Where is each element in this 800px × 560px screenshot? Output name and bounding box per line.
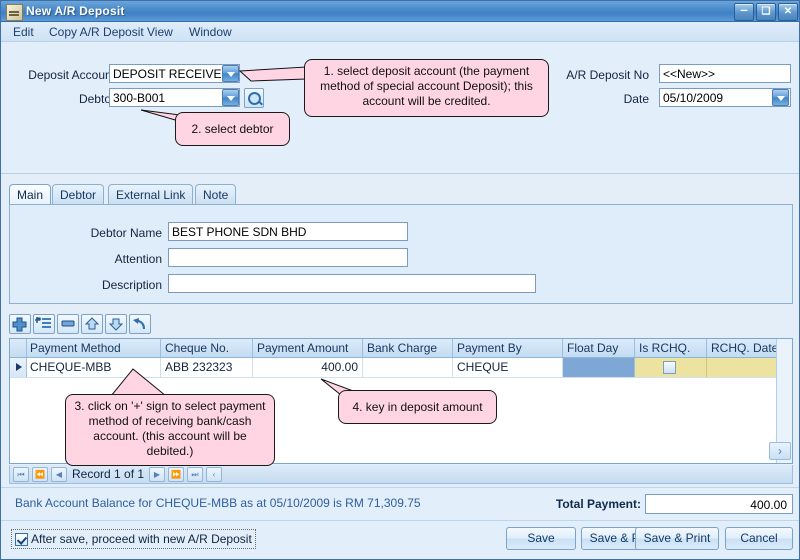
callout-1: 1. select deposit account (the payment m… xyxy=(304,59,549,117)
undo-button[interactable] xyxy=(129,314,151,334)
cell-float-day[interactable] xyxy=(563,358,635,377)
deposit-account-label: Deposit Account xyxy=(28,68,115,82)
column-header-float-day[interactable]: Float Day xyxy=(563,339,635,357)
debtor-dropdown-icon[interactable] xyxy=(222,89,239,106)
nav-prev-button[interactable]: ◀ xyxy=(51,467,67,482)
maximize-button[interactable]: ❑ xyxy=(756,3,776,21)
move-up-button[interactable] xyxy=(81,314,103,334)
menu-item-view[interactable]: View xyxy=(143,25,177,39)
debtor-name-label: Debtor Name xyxy=(90,226,162,240)
attention-label: Attention xyxy=(114,252,162,266)
save-button[interactable]: Save xyxy=(506,527,576,550)
menu-item-copy-ar-deposit[interactable]: Copy A/R Deposit xyxy=(45,25,148,39)
date-picker-icon[interactable] xyxy=(772,89,789,106)
ar-deposit-no-input[interactable]: <<New>> xyxy=(659,64,791,83)
arrow-down-icon xyxy=(108,318,124,331)
tab-main[interactable]: Main xyxy=(9,184,52,205)
cell-rchq-date[interactable] xyxy=(707,358,778,377)
cell-bank-charge[interactable] xyxy=(363,358,453,377)
deposit-account-input[interactable]: DEPOSIT RECEIVE CH xyxy=(109,64,240,83)
callout-3: 3. click on '+' sign to select payment m… xyxy=(65,394,275,466)
row-selector[interactable] xyxy=(10,358,27,377)
debtor-input[interactable]: 300-B001 xyxy=(109,88,240,107)
column-header-bank-charge[interactable]: Bank Charge xyxy=(363,339,453,357)
is-rchq-checkbox[interactable] xyxy=(663,361,676,374)
delete-row-button[interactable] xyxy=(57,314,79,334)
callout-2: 2. select debtor xyxy=(175,112,290,146)
tab-panel-main: Debtor Name BEST PHONE SDN BHD Attention… xyxy=(9,204,793,304)
column-header-payment-by[interactable]: Payment By xyxy=(453,339,563,357)
after-save-label: After save, proceed with new A/R Deposit xyxy=(31,532,252,546)
column-header-payment-method[interactable]: Payment Method xyxy=(26,339,161,357)
footer-bar: After save, proceed with new A/R Deposit… xyxy=(1,521,799,559)
close-icon: ✕ xyxy=(783,6,793,17)
nav-next-button[interactable]: ▶ xyxy=(149,467,165,482)
grid-corner-cell xyxy=(10,339,27,357)
cell-payment-method[interactable]: CHEQUE-MBB xyxy=(26,358,161,377)
column-header-payment-amount[interactable]: Payment Amount xyxy=(253,339,363,357)
deposit-account-dropdown-icon[interactable] xyxy=(222,65,239,82)
nav-extra-button[interactable]: ‹ xyxy=(206,467,222,482)
record-count-label: Record 1 of 1 xyxy=(72,467,145,481)
insert-line-icon xyxy=(35,317,51,328)
undo-icon xyxy=(133,318,146,330)
cell-payment-amount[interactable]: 400.00 xyxy=(253,358,363,377)
maximize-icon: ❑ xyxy=(761,6,771,17)
nav-prev-page-button[interactable]: ⏪ xyxy=(32,467,48,482)
total-payment-label: Total Payment: xyxy=(555,497,641,511)
ar-deposit-window: New A/R Deposit – ❑ ✕ Edit Copy A/R Depo… xyxy=(0,0,800,560)
column-header-is-rchq[interactable]: Is RCHQ. xyxy=(635,339,707,357)
total-payment-value[interactable]: 400.00 xyxy=(645,494,793,514)
nav-last-button[interactable]: ⏭ xyxy=(187,467,203,482)
nav-first-button[interactable]: ⏮ xyxy=(13,467,29,482)
window-title: New A/R Deposit xyxy=(26,4,125,18)
tab-note[interactable]: Note xyxy=(195,184,237,204)
column-header-rchq-date[interactable]: RCHQ. Date xyxy=(707,339,778,357)
save-print-button[interactable]: Save & Print xyxy=(635,527,719,550)
menu-item-edit[interactable]: Edit xyxy=(9,25,38,39)
bank-balance-text: Bank Account Balance for CHEQUE-MBB as a… xyxy=(15,496,421,510)
debtor-label: Debtor xyxy=(78,92,115,106)
grid-toolbar xyxy=(9,314,151,334)
cell-is-rchq[interactable] xyxy=(635,358,707,377)
nav-next-page-button[interactable]: ⏩ xyxy=(168,467,184,482)
add-row-button[interactable] xyxy=(9,314,31,334)
search-icon xyxy=(248,92,261,105)
menu-item-window[interactable]: Window xyxy=(185,25,236,39)
arrow-up-icon xyxy=(84,317,100,330)
debtor-name-input[interactable]: BEST PHONE SDN BHD xyxy=(168,222,408,241)
tab-external-link[interactable]: External Link xyxy=(108,184,194,204)
grid-next-page-button[interactable]: › xyxy=(769,442,791,460)
minimize-button[interactable]: – xyxy=(734,3,754,21)
tab-debtor[interactable]: Debtor xyxy=(52,184,105,204)
plus-icon xyxy=(12,317,27,332)
column-header-cheque-no[interactable]: Cheque No. xyxy=(161,339,253,357)
window-controls: – ❑ ✕ xyxy=(734,3,798,21)
menu-bar: Edit Copy A/R Deposit View Window xyxy=(1,22,799,42)
debtor-lookup-button[interactable] xyxy=(244,88,264,108)
description-input[interactable] xyxy=(168,274,536,293)
insert-row-button[interactable] xyxy=(33,314,55,334)
close-button[interactable]: ✕ xyxy=(778,3,798,21)
record-navigator: ⏮ ⏪ ◀ Record 1 of 1 ▶ ⏩ ⏭ ‹ xyxy=(9,465,793,484)
minimize-icon: – xyxy=(740,2,748,17)
title-bar: New A/R Deposit – ❑ ✕ xyxy=(1,1,799,22)
after-save-checkbox-row[interactable]: After save, proceed with new A/R Deposit xyxy=(11,529,256,549)
cell-cheque-no[interactable]: ABB 232323 xyxy=(161,358,253,377)
balance-bar: Bank Account Balance for CHEQUE-MBB as a… xyxy=(1,487,799,521)
attention-input[interactable] xyxy=(168,248,408,267)
cancel-button[interactable]: Cancel xyxy=(725,527,793,550)
app-icon xyxy=(6,4,23,21)
cell-payment-by[interactable]: CHEQUE xyxy=(453,358,563,377)
table-row[interactable]: CHEQUE-MBB ABB 232323 400.00 CHEQUE xyxy=(10,358,792,378)
description-label: Description xyxy=(101,278,162,292)
grid-header-row: Payment Method Cheque No. Payment Amount… xyxy=(10,339,792,358)
after-save-checkbox[interactable] xyxy=(15,532,28,546)
minus-icon xyxy=(61,320,75,327)
callout-4: 4. key in deposit amount xyxy=(338,390,497,424)
move-down-button[interactable] xyxy=(105,314,127,334)
